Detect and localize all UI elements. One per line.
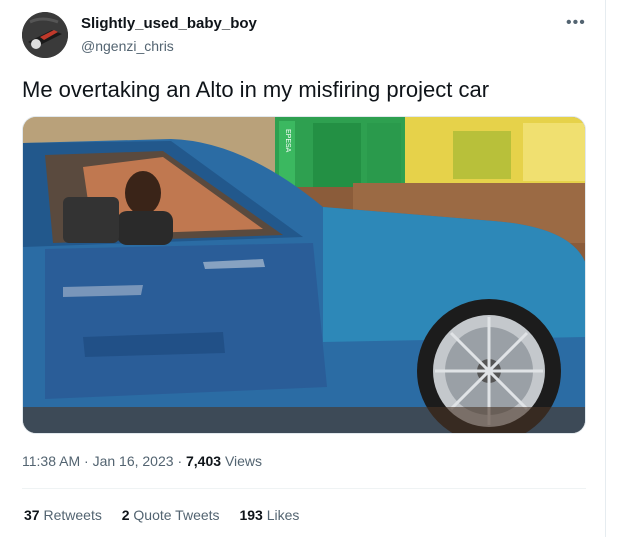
retweets-count: 37 xyxy=(24,507,40,523)
likes-label: Likes xyxy=(266,507,300,523)
avatar[interactable] xyxy=(22,12,68,58)
shop-sign: EPESA xyxy=(284,129,291,153)
avatar-image xyxy=(22,12,68,58)
tweet-meta: 11:38 AM · Jan 16, 2023 · 7,403 Views xyxy=(22,453,262,469)
tweet-media[interactable]: EPESA xyxy=(22,116,586,434)
likes-count: 193 xyxy=(239,507,263,523)
tweet-time[interactable]: 11:38 AM xyxy=(22,453,80,469)
retweets-label: Retweets xyxy=(43,507,102,523)
views-label: Views xyxy=(224,453,263,469)
more-options-icon[interactable]: ••• xyxy=(566,14,586,32)
tweet-card: Slightly_used_baby_boy @ngenzi_chris •••… xyxy=(0,0,606,537)
views-count: 7,403 xyxy=(186,453,222,469)
meta-separator: · xyxy=(177,453,183,469)
author-handle[interactable]: @ngenzi_chris xyxy=(81,38,174,54)
retweets-stat[interactable]: 37 Retweets xyxy=(24,507,102,523)
meta-separator: · xyxy=(84,453,89,469)
quote-tweets-stat[interactable]: 2 Quote Tweets xyxy=(122,507,220,523)
quote-tweets-label: Quote Tweets xyxy=(133,507,220,523)
author-display-name[interactable]: Slightly_used_baby_boy xyxy=(81,15,257,32)
media-image: EPESA xyxy=(23,117,585,433)
quote-tweets-count: 2 xyxy=(121,507,130,523)
tweet-date[interactable]: Jan 16, 2023 xyxy=(93,453,174,469)
likes-stat[interactable]: 193 Likes xyxy=(239,507,299,523)
tweet-text: Me overtaking an Alto in my misfiring pr… xyxy=(22,77,490,102)
divider xyxy=(22,488,586,489)
tweet-stats: 37 Retweets 2 Quote Tweets 193 Likes xyxy=(24,507,315,523)
